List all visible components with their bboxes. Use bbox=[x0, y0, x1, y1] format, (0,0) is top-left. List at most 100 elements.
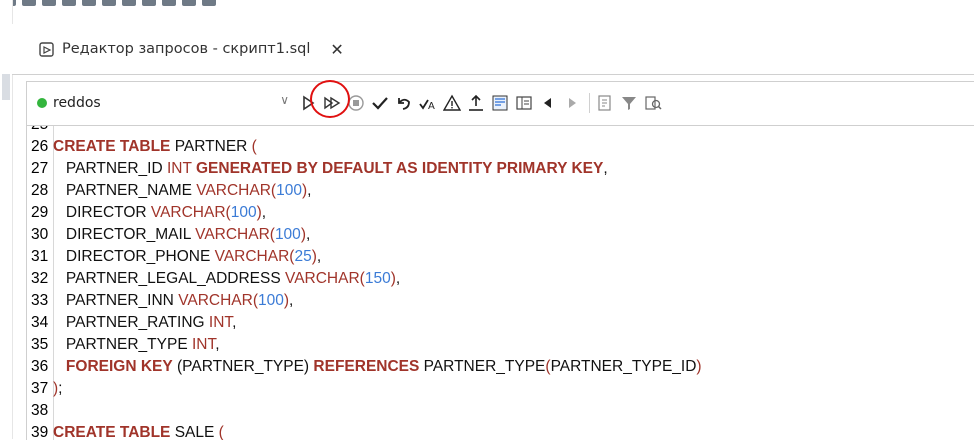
chevron-down-icon[interactable]: ∨ bbox=[280, 93, 289, 107]
code-token: GENERATED BY DEFAULT AS IDENTITY PRIMARY… bbox=[195, 160, 604, 177]
code-token: VARCHAR( bbox=[195, 226, 275, 243]
code-line: 32 PARTNER_LEGAL_ADDRESS VARCHAR(150), bbox=[27, 268, 400, 290]
code-line: 35 PARTNER_TYPE INT, bbox=[27, 334, 220, 356]
svg-text:A: A bbox=[428, 101, 435, 112]
code-token: 150 bbox=[364, 270, 391, 287]
line-number: 27 bbox=[31, 160, 49, 177]
run-statement-icon[interactable] bbox=[297, 91, 319, 115]
code-line: 38 bbox=[27, 400, 53, 422]
code-token: , bbox=[232, 314, 237, 331]
code-line: 28 PARTNER_NAME VARCHAR(100), bbox=[27, 180, 311, 202]
code-token: SALE bbox=[170, 424, 219, 440]
line-number: 34 bbox=[31, 314, 49, 331]
tab-title: Редактор запросов - скрипт1.sql bbox=[62, 41, 311, 57]
output-panel-icon[interactable] bbox=[489, 91, 511, 115]
line-number: 25 bbox=[27, 126, 53, 136]
code-token: PARTNER_TYPE bbox=[419, 358, 546, 375]
code-token: , bbox=[215, 336, 220, 353]
rollback-icon[interactable] bbox=[393, 91, 415, 115]
toolbar-icon[interactable] bbox=[82, 0, 96, 6]
code-token: INT bbox=[166, 160, 196, 177]
code-token: ) bbox=[696, 358, 702, 375]
code-token: PARTNER_LEGAL_ADDRESS bbox=[53, 270, 286, 287]
toolbar-icon[interactable] bbox=[102, 0, 116, 6]
run-script-icon[interactable] bbox=[321, 91, 343, 115]
code-token: 100 bbox=[230, 204, 257, 221]
spellcheck-icon[interactable]: A bbox=[417, 91, 439, 115]
toolbar-icon[interactable] bbox=[22, 0, 36, 6]
code-token: PARTNER_NAME bbox=[53, 182, 197, 199]
sql-code-editor[interactable]: 2526CREATE TABLE PARTNER (27 PARTNER_ID … bbox=[26, 125, 974, 440]
format-icon[interactable] bbox=[594, 91, 616, 115]
filter-icon[interactable] bbox=[618, 91, 640, 115]
warning-icon[interactable] bbox=[441, 91, 463, 115]
code-token: ( bbox=[218, 424, 224, 440]
code-line: 29 DIRECTOR VARCHAR(100), bbox=[27, 202, 266, 224]
code-token: DIRECTOR bbox=[53, 204, 151, 221]
tab-query-editor[interactable]: Редактор запросов - скрипт1.sql ✕ bbox=[32, 32, 350, 66]
export-icon[interactable] bbox=[465, 91, 487, 115]
code-line: 26 CREATE TABLE PARTNER ( bbox=[27, 136, 257, 158]
code-line: 33 PARTNER_INN VARCHAR(100), bbox=[27, 290, 293, 312]
line-number: 26 bbox=[31, 138, 49, 155]
line-number: 33 bbox=[31, 292, 49, 309]
toolbar-icon[interactable] bbox=[122, 0, 136, 6]
code-token: VARCHAR( bbox=[285, 270, 365, 287]
code-token: , bbox=[603, 160, 608, 177]
toolbar-icon[interactable] bbox=[182, 0, 196, 6]
code-token: REFERENCES bbox=[313, 358, 420, 375]
line-number: 30 bbox=[31, 226, 49, 243]
previous-icon[interactable] bbox=[537, 91, 559, 115]
code-token: 100 bbox=[274, 226, 301, 243]
toolbar-icon[interactable] bbox=[62, 0, 76, 6]
code-token: , bbox=[395, 270, 401, 287]
code-token: 25 bbox=[294, 248, 312, 265]
code-token: INT bbox=[191, 336, 216, 353]
toolbar-icon[interactable] bbox=[42, 0, 56, 6]
line-number: 31 bbox=[31, 248, 49, 265]
code-line: 31 DIRECTOR_PHONE VARCHAR(25), bbox=[27, 246, 321, 268]
line-number: 36 bbox=[31, 358, 49, 375]
connection-selector[interactable]: reddos ∨ bbox=[31, 90, 291, 116]
code-token: PARTNER_ID bbox=[53, 160, 167, 177]
code-token: ; bbox=[58, 380, 63, 397]
code-line: 30 DIRECTOR_MAIL VARCHAR(100), bbox=[27, 224, 310, 246]
code-token: , bbox=[316, 248, 322, 265]
code-token: , bbox=[289, 292, 294, 309]
layout-icon[interactable] bbox=[513, 91, 535, 115]
code-line: 25 bbox=[27, 126, 53, 136]
sql-editor-icon bbox=[39, 42, 54, 57]
code-token: 100 bbox=[276, 182, 302, 199]
stop-icon[interactable] bbox=[345, 91, 367, 115]
next-icon[interactable] bbox=[561, 91, 583, 115]
toolbar-icon[interactable] bbox=[162, 0, 176, 6]
code-line: 36 FOREIGN KEY (PARTNER_TYPE) REFERENCES… bbox=[27, 356, 702, 378]
line-number: 29 bbox=[31, 204, 49, 221]
close-tab-icon[interactable]: ✕ bbox=[330, 40, 343, 59]
toolbar-icon[interactable] bbox=[142, 0, 156, 6]
code-token: (PARTNER_TYPE) bbox=[172, 358, 314, 375]
code-token: CREATE TABLE bbox=[53, 424, 171, 440]
code-token: VARCHAR( bbox=[150, 204, 231, 221]
code-line: 37); bbox=[27, 378, 62, 400]
line-number: 28 bbox=[31, 182, 49, 199]
code-token: PARTNER_RATING bbox=[53, 314, 209, 331]
code-token: , bbox=[305, 226, 311, 243]
line-number: 39 bbox=[31, 424, 49, 440]
code-token: , bbox=[261, 204, 267, 221]
code-token: DIRECTOR_PHONE bbox=[53, 248, 215, 265]
code-line: 27 PARTNER_ID INT GENERATED BY DEFAULT A… bbox=[27, 158, 608, 180]
editor-toolbar: reddos ∨ A bbox=[26, 80, 974, 126]
connection-status-icon bbox=[37, 98, 47, 108]
code-line: 34 PARTNER_RATING INT, bbox=[27, 312, 236, 334]
code-token: VARCHAR( bbox=[196, 182, 277, 199]
toolbar-icon[interactable] bbox=[202, 0, 216, 6]
explain-plan-icon[interactable] bbox=[642, 91, 664, 115]
rail-marker bbox=[2, 74, 10, 100]
commit-icon[interactable] bbox=[369, 91, 391, 115]
code-line: 39 CREATE TABLE SALE ( bbox=[27, 422, 224, 440]
code-token: PARTNER bbox=[170, 138, 252, 155]
line-number: 35 bbox=[31, 336, 49, 353]
code-token: PARTNER_TYPE bbox=[53, 336, 192, 353]
